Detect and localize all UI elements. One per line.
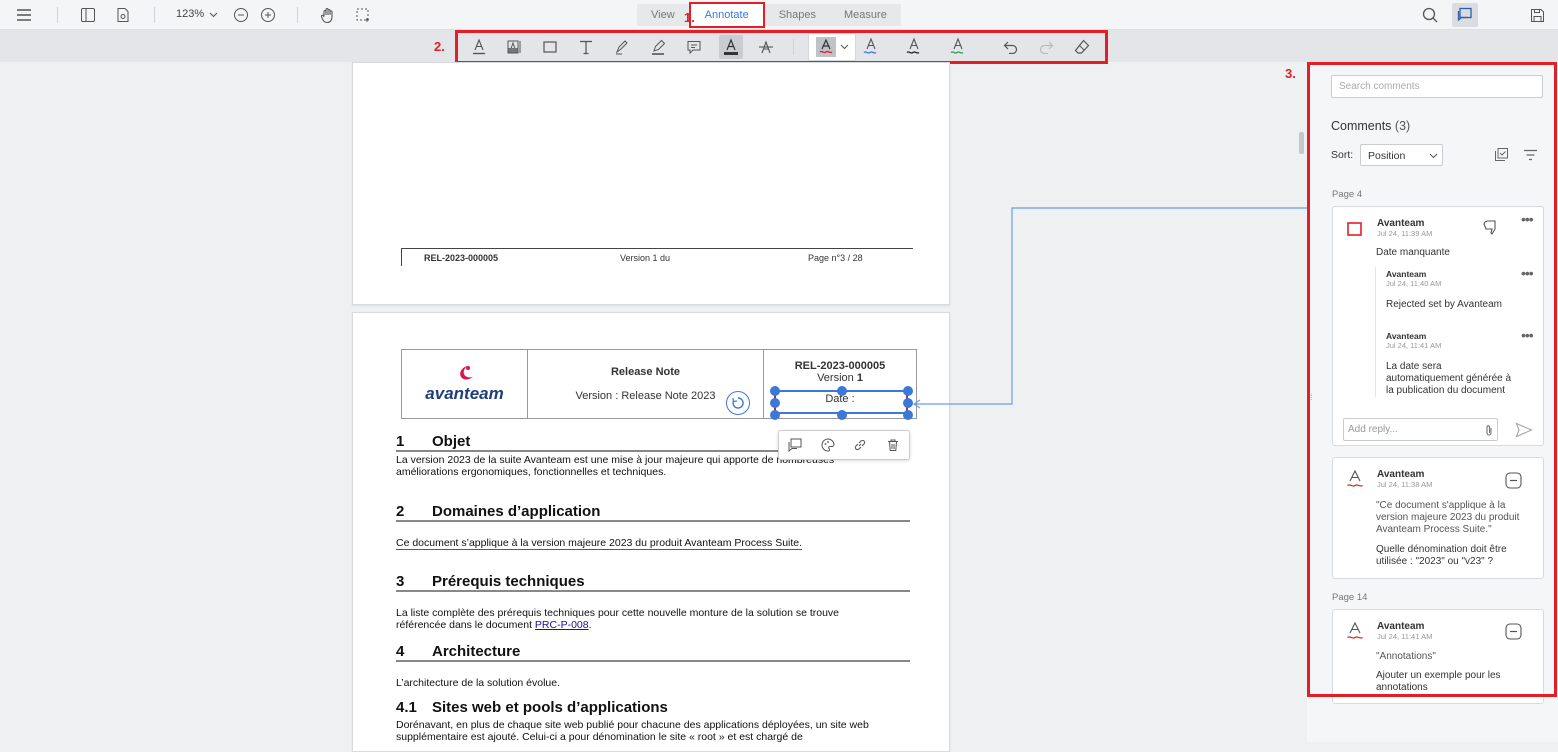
toolbar-highlight-box (455, 30, 1108, 64)
header-title: Release Note (610, 366, 681, 378)
document-link[interactable]: PRC-P-008 (535, 619, 589, 631)
top-toolbar: 123% View Annotate Shapes Measure 1. (0, 0, 1558, 30)
footer-ref: REL-2023-000005 (424, 252, 499, 263)
comment-icon[interactable] (788, 438, 802, 452)
zoom-level[interactable]: 123% (176, 8, 204, 20)
page-footer-table: REL-2023-000005 Version 1 du Page n°3 / … (401, 248, 913, 266)
section-heading-4-1: 4.1 Sites web et pools d’applications (396, 699, 668, 716)
comment-connector (912, 207, 1332, 409)
footer-page: Page n°3 / 28 (808, 252, 863, 263)
paragraph-4: L’architecture de la solution évolue. (396, 677, 561, 689)
mode-tabs: View Annotate Shapes Measure (637, 2, 901, 28)
tab-annotate[interactable]: Annotate (688, 2, 765, 28)
trash-icon[interactable] (886, 438, 900, 452)
divider (57, 7, 58, 23)
paragraph-5: Dorénavant, en plus de chaque site web p… (396, 719, 869, 743)
tab-measure[interactable]: Measure (830, 4, 901, 26)
comments-panel-icon[interactable] (1452, 3, 1478, 27)
marker-3: 3. (1285, 66, 1296, 81)
header-ref: REL-2023-000005 (794, 360, 886, 372)
zoom-out-icon[interactable] (231, 5, 251, 25)
section-heading-4: 4 Architecture (396, 643, 910, 662)
footer-version: Version 1 du (620, 252, 671, 263)
marker-1: 1. (684, 10, 695, 25)
document-page-3: REL-2023-000005 Version 1 du Page n°3 / … (352, 62, 950, 305)
header-ref-version-label: Version (817, 372, 857, 384)
resize-handle[interactable] (770, 410, 780, 420)
logo-text: avanteam (425, 384, 504, 403)
pan-hand-icon[interactable] (318, 5, 338, 25)
annotation-popup (778, 430, 910, 460)
revision-stamp-icon[interactable] (726, 391, 750, 415)
sidebar-highlight-box (1307, 62, 1557, 697)
paragraph-3: La liste complète des prérequis techniqu… (396, 607, 840, 631)
save-icon[interactable] (1527, 5, 1547, 25)
section-heading-2: 2 Domaines d’application (396, 503, 910, 522)
menu-icon[interactable] (14, 5, 34, 25)
divider (297, 7, 298, 23)
color-palette-icon[interactable] (821, 438, 835, 452)
paragraph-2[interactable]: Ce document s’applique à la version maje… (396, 537, 910, 550)
resize-handle[interactable] (837, 386, 847, 396)
section-heading-3: 3 Prérequis techniques (396, 573, 910, 592)
search-icon[interactable] (1420, 5, 1440, 25)
chevron-down-icon[interactable] (207, 5, 219, 25)
logo: avanteam (402, 350, 528, 418)
scrollbar-thumb[interactable] (1299, 132, 1304, 154)
tab-shapes[interactable]: Shapes (765, 4, 830, 26)
zoom-in-icon[interactable] (258, 5, 278, 25)
tab-view[interactable]: View (637, 4, 689, 26)
marquee-select-icon[interactable] (353, 5, 373, 25)
divider (154, 7, 155, 23)
avanteam-logo-icon (459, 366, 473, 380)
header-ref-version-number: 1 (856, 372, 863, 384)
resize-handle[interactable] (770, 398, 780, 408)
marker-2: 2. (434, 39, 445, 54)
resize-handle[interactable] (837, 410, 847, 420)
header-version: Version : Release Note 2023 (575, 390, 716, 402)
link-icon[interactable] (853, 438, 867, 452)
document-icon[interactable] (113, 5, 133, 25)
sidebar-toggle-icon[interactable] (78, 5, 98, 25)
document-page-4: avanteam Release Note Version : Release … (352, 312, 950, 752)
resize-handle[interactable] (770, 386, 780, 396)
